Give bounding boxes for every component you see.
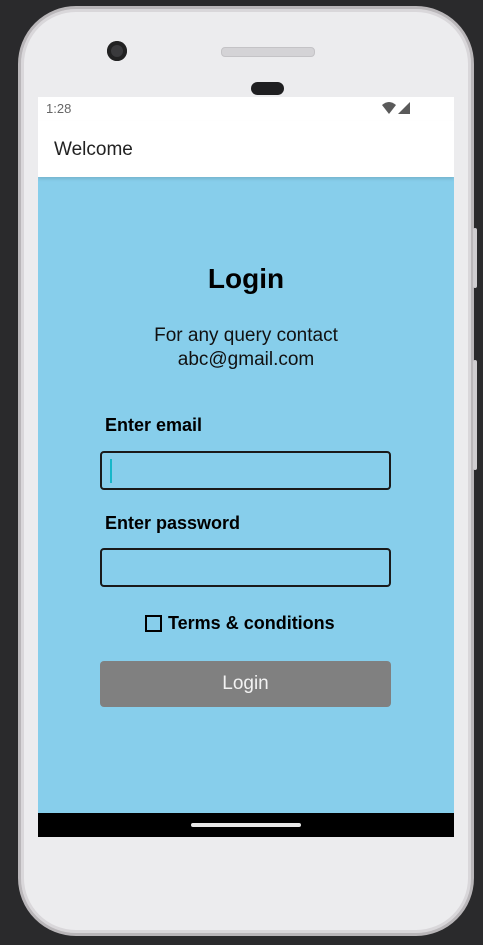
email-label: Enter email [105, 415, 203, 435]
status-time: 1:28 [46, 101, 72, 116]
status-icons [382, 102, 410, 114]
front-camera [107, 41, 127, 61]
app-bar: Welcome [38, 121, 454, 177]
login-button[interactable]: Login [100, 661, 391, 707]
password-label: Enter password [105, 513, 241, 533]
status-bar: 1:28 [38, 97, 454, 121]
proximity-sensor [251, 82, 284, 95]
terms-label[interactable]: Terms & conditions [168, 613, 335, 634]
app-bar-title: Welcome [54, 139, 133, 160]
page-title: Login [207, 263, 285, 294]
terms-checkbox[interactable] [145, 615, 162, 632]
home-gesture-pill[interactable] [191, 823, 301, 827]
signal-icon [398, 102, 410, 114]
device-screen: 1:28 Welcome Login For any query contact… [38, 97, 454, 837]
contact-info: For any query contact abc@gmail.com [38, 324, 454, 372]
earpiece-speaker [221, 47, 315, 57]
text-caret [110, 459, 112, 483]
volume-button [473, 360, 477, 470]
power-button [473, 228, 477, 288]
contact-line: For any query contact [154, 325, 338, 346]
terms-row[interactable]: Terms & conditions [145, 613, 335, 634]
email-input[interactable] [100, 451, 391, 490]
password-input[interactable] [100, 548, 391, 587]
login-content: Login For any query contact abc@gmail.co… [38, 177, 454, 813]
contact-email: abc@gmail.com [177, 349, 315, 370]
navigation-bar [38, 813, 454, 837]
wifi-icon [382, 102, 396, 114]
